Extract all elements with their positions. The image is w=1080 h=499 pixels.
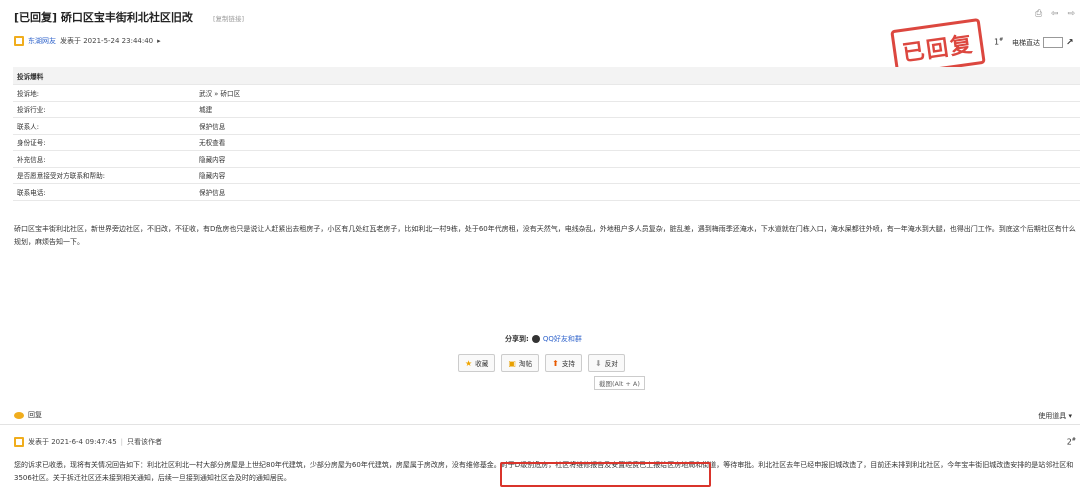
jump-floor-input[interactable] bbox=[1043, 37, 1063, 48]
oppose-button[interactable]: ⬇ 反对 bbox=[588, 354, 625, 372]
collect-post-button[interactable]: ▣ 淘帖 bbox=[501, 354, 540, 372]
expand-icon[interactable]: ▸ bbox=[157, 37, 161, 45]
post1-body: 硚口区宝丰街利北社区，新世界旁边社区，不旧改，不征收，有D危房也只是说让人赶紧出… bbox=[14, 225, 1076, 246]
highlight-box bbox=[500, 462, 711, 487]
post1-author[interactable]: 东湖网友 bbox=[28, 36, 56, 46]
post1-time: 发表于 2021-5-24 23:44:40 bbox=[60, 37, 154, 45]
post2-floor: 2# bbox=[1066, 437, 1076, 447]
meta-separator: | bbox=[120, 438, 124, 446]
print-prev-next-icons[interactable]: ⎙ ⇦ ⇨ bbox=[1035, 9, 1078, 19]
info-row: 补充信息: 隐藏内容 bbox=[13, 150, 1080, 168]
thumb-up-icon: ⬆ bbox=[552, 358, 559, 368]
info-header: 投诉爆料 bbox=[13, 67, 1080, 85]
post1-floor: 1# bbox=[994, 37, 1004, 47]
post-action-buttons: ★ 收藏 ▣ 淘帖 ⬆ 支持 ⬇ 反对 bbox=[458, 354, 625, 372]
share-row: 分享到: QQ好友和群 bbox=[505, 334, 582, 344]
use-tools-menu[interactable]: 使用道具 ▾ bbox=[1038, 411, 1072, 421]
reply-button[interactable]: 回复 bbox=[14, 410, 42, 420]
post1-meta: 东湖网友 发表于 2021-5-24 23:44:40 ▸ bbox=[14, 36, 161, 46]
post2-time: 发表于 2021-6-4 09:47:45 bbox=[28, 438, 117, 446]
info-row: 是否愿意接受对方联系和帮助: 隐藏内容 bbox=[13, 167, 1080, 184]
support-button[interactable]: ⬆ 支持 bbox=[545, 354, 582, 372]
share-qq-link[interactable]: QQ好友和群 bbox=[543, 334, 582, 344]
info-row: 投诉地: 武汉 » 硚口区 bbox=[13, 84, 1080, 102]
author-only-link[interactable]: 只看该作者 bbox=[127, 437, 162, 447]
share-label: 分享到: bbox=[505, 335, 529, 343]
screenshot-tooltip: 截图(Alt + A) bbox=[594, 376, 645, 390]
favorite-button[interactable]: ★ 收藏 bbox=[458, 354, 496, 372]
info-row: 联系人: 保护信息 bbox=[13, 117, 1080, 135]
qq-icon[interactable] bbox=[531, 335, 540, 343]
star-icon: ★ bbox=[465, 358, 473, 368]
info-row: 身份证号: 无权查看 bbox=[13, 134, 1080, 151]
info-row: 联系电话: 保护信息 bbox=[13, 183, 1080, 201]
jump-go-icon[interactable]: ↗ bbox=[1066, 38, 1074, 48]
user-avatar-icon bbox=[14, 36, 24, 46]
reply-bubble-icon bbox=[14, 411, 24, 419]
thread-title: [已回复] 硚口区宝丰街利北社区旧改 bbox=[14, 11, 193, 24]
post2-meta: 发表于 2021-6-4 09:47:45 | 只看该作者 bbox=[14, 437, 162, 447]
floor-jump: 电梯直达 ↗ bbox=[1012, 37, 1074, 48]
info-row: 投诉行业: 城建 bbox=[13, 101, 1080, 118]
user-avatar-icon bbox=[14, 437, 24, 447]
reply-bar bbox=[0, 406, 1080, 425]
clipboard-icon: ▣ bbox=[508, 358, 516, 368]
complaint-info-table: 投诉爆料 投诉地: 武汉 » 硚口区 投诉行业: 城建 联系人: 保护信息 身份证号:… bbox=[13, 67, 1080, 201]
thumb-down-icon: ⬇ bbox=[595, 358, 602, 368]
jump-label: 电梯直达 bbox=[1012, 38, 1040, 47]
copy-link-button[interactable]: [复制链接] bbox=[213, 13, 244, 23]
